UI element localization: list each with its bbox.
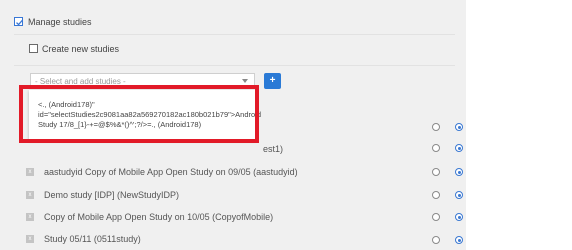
study-row: x Demo study [IDP] (NewStudyIDP) — [22, 184, 463, 206]
study-radio-left[interactable] — [432, 213, 440, 221]
chevron-down-icon — [242, 79, 248, 83]
study-name: Copy of Mobile App Open Study on 10/05 (… — [44, 212, 274, 222]
remove-study-icon[interactable]: x — [26, 191, 34, 199]
remove-study-icon[interactable]: x — [26, 235, 34, 243]
study-row: x aastudyid Copy of Mobile App Open Stud… — [22, 161, 463, 183]
study-name: aastudyid Copy of Mobile App Open Study … — [44, 167, 298, 177]
highlight-box — [19, 85, 259, 143]
study-radio-right[interactable] — [455, 144, 463, 152]
study-name: Study 05/11 (0511study) — [44, 234, 141, 244]
study-radio-right[interactable] — [455, 191, 463, 199]
study-radio-right[interactable] — [455, 213, 463, 221]
studies-panel: Manage studies Create new studies - Sele… — [0, 0, 466, 250]
study-radio-left[interactable] — [432, 123, 440, 131]
study-radio-left[interactable] — [432, 191, 440, 199]
remove-study-icon[interactable]: x — [26, 213, 34, 221]
study-radio-left[interactable] — [432, 236, 440, 244]
study-row: x Copy of Mobile App Open Study on 10/05… — [22, 206, 463, 228]
add-study-button[interactable]: + — [264, 73, 281, 89]
create-studies-label: Create new studies — [42, 44, 120, 54]
study-radio-right[interactable] — [455, 123, 463, 131]
study-row: x Study 05/11 (0511study) — [22, 228, 463, 250]
manage-studies-label: Manage studies — [28, 17, 92, 27]
remove-study-icon[interactable]: x — [26, 168, 34, 176]
study-radio-right[interactable] — [455, 236, 463, 244]
study-name: Demo study [IDP] (NewStudyIDP) — [44, 190, 180, 200]
divider — [14, 34, 455, 35]
study-radio-right[interactable] — [455, 168, 463, 176]
study-name: est1) — [263, 144, 284, 154]
manage-studies-checkbox[interactable] — [14, 17, 24, 26]
study-radio-left[interactable] — [432, 144, 440, 152]
study-radio-left[interactable] — [432, 168, 440, 176]
create-studies-checkbox[interactable] — [29, 44, 38, 53]
divider — [14, 65, 455, 66]
